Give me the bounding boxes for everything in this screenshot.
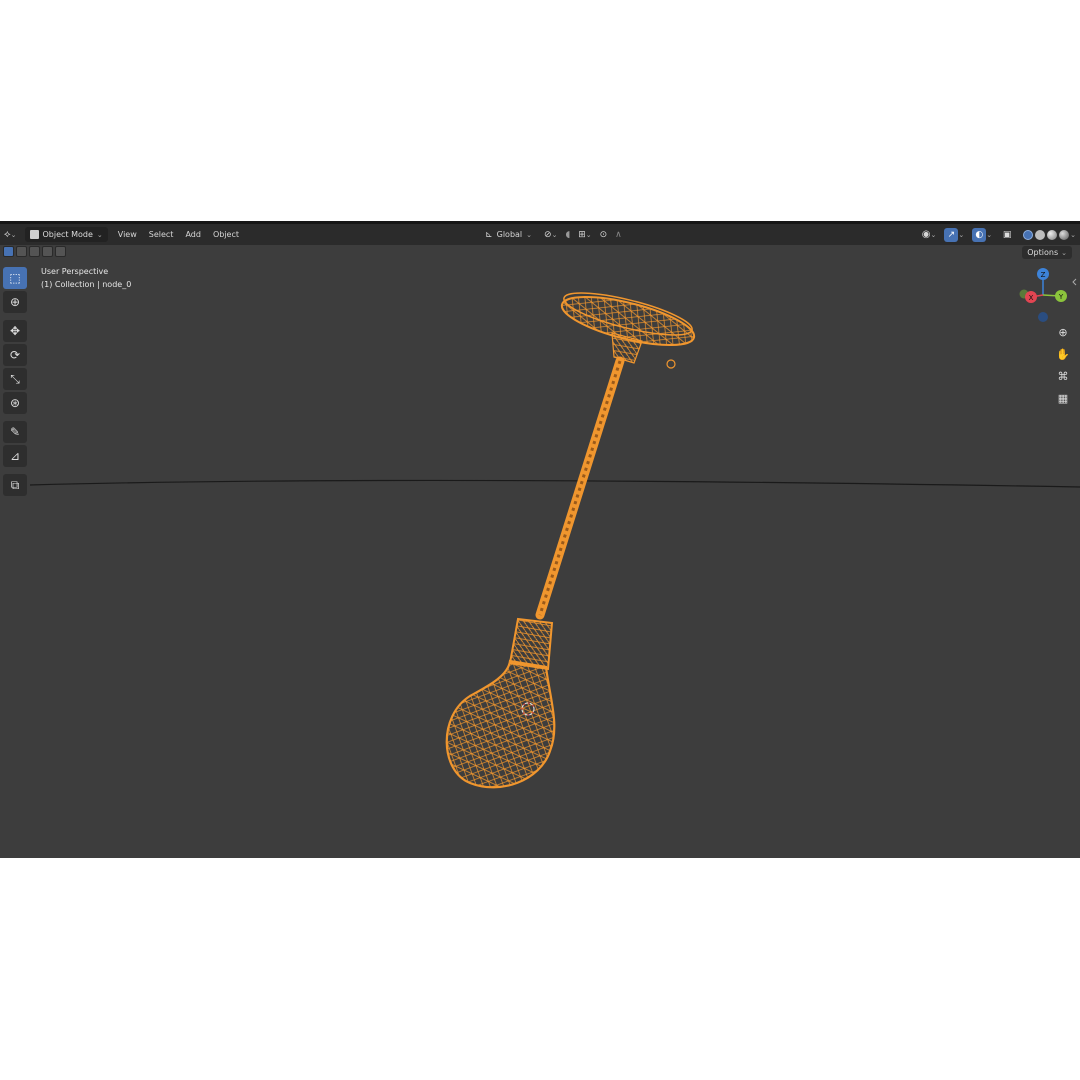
- 3d-cursor-tool-icon: ⊕: [9, 295, 21, 309]
- camera-view-button[interactable]: ⌘: [1053, 367, 1073, 385]
- cursor-icon: ⬚: [9, 271, 21, 285]
- scale-tool[interactable]: ⤡: [3, 368, 27, 390]
- rotate-icon: ⟳: [9, 348, 21, 362]
- tool-shelf: ⬚ ⊕ ✥ ⟳ ⤡ ⊛ ✎ ⊿ ⧉: [3, 267, 27, 496]
- horizon-line: [29, 479, 1080, 488]
- blender-window: ⟡ ⌄ Object Mode ⌄ View Select Add Object…: [0, 221, 1080, 858]
- measure-tool[interactable]: ⊿: [3, 445, 27, 467]
- lamp-canopy: [560, 292, 696, 369]
- zoom-button[interactable]: ⊕: [1053, 323, 1073, 341]
- transform-icon: ⊛: [9, 396, 21, 410]
- gizmo-neg-z[interactable]: [1038, 312, 1048, 322]
- move-icon: ✥: [9, 324, 21, 338]
- lamp-bulb: [445, 659, 556, 789]
- scale-icon: ⤡: [10, 371, 20, 386]
- pencil-icon: ✎: [9, 425, 21, 439]
- sidebar-toggle-icon[interactable]: [1072, 278, 1077, 286]
- move-tool[interactable]: ✥: [3, 320, 27, 342]
- cursor-tool[interactable]: ⊕: [3, 291, 27, 313]
- annotate-tool[interactable]: ✎: [3, 421, 27, 443]
- hand-icon: ✋: [1056, 347, 1070, 361]
- zoom-icon: ⊕: [1058, 325, 1068, 339]
- grid-icon: ▦: [1057, 391, 1069, 405]
- add-cube-tool[interactable]: ⧉: [3, 474, 27, 496]
- transform-tool[interactable]: ⊛: [3, 392, 27, 414]
- rotate-tool[interactable]: ⟳: [3, 344, 27, 366]
- ruler-icon: ⊿: [9, 449, 21, 463]
- navigation-controls: ⊕ ✋ ⌘ ▦: [1053, 323, 1073, 407]
- select-box-tool[interactable]: ⬚: [3, 267, 27, 289]
- gizmo-y-label: Y: [1058, 293, 1064, 301]
- viewport-canvas[interactable]: Z Y X: [0, 221, 1080, 858]
- lamp-wireframe[interactable]: [445, 284, 699, 789]
- cube-add-icon: ⧉: [10, 477, 20, 492]
- gizmo-x-label: X: [1029, 294, 1034, 302]
- camera-icon: ⌘: [1057, 369, 1069, 383]
- navigation-gizmo[interactable]: Z Y X: [1019, 268, 1068, 322]
- perspective-toggle-button[interactable]: ▦: [1053, 389, 1073, 407]
- pan-button[interactable]: ✋: [1053, 345, 1073, 363]
- gizmo-z-label: Z: [1041, 271, 1046, 279]
